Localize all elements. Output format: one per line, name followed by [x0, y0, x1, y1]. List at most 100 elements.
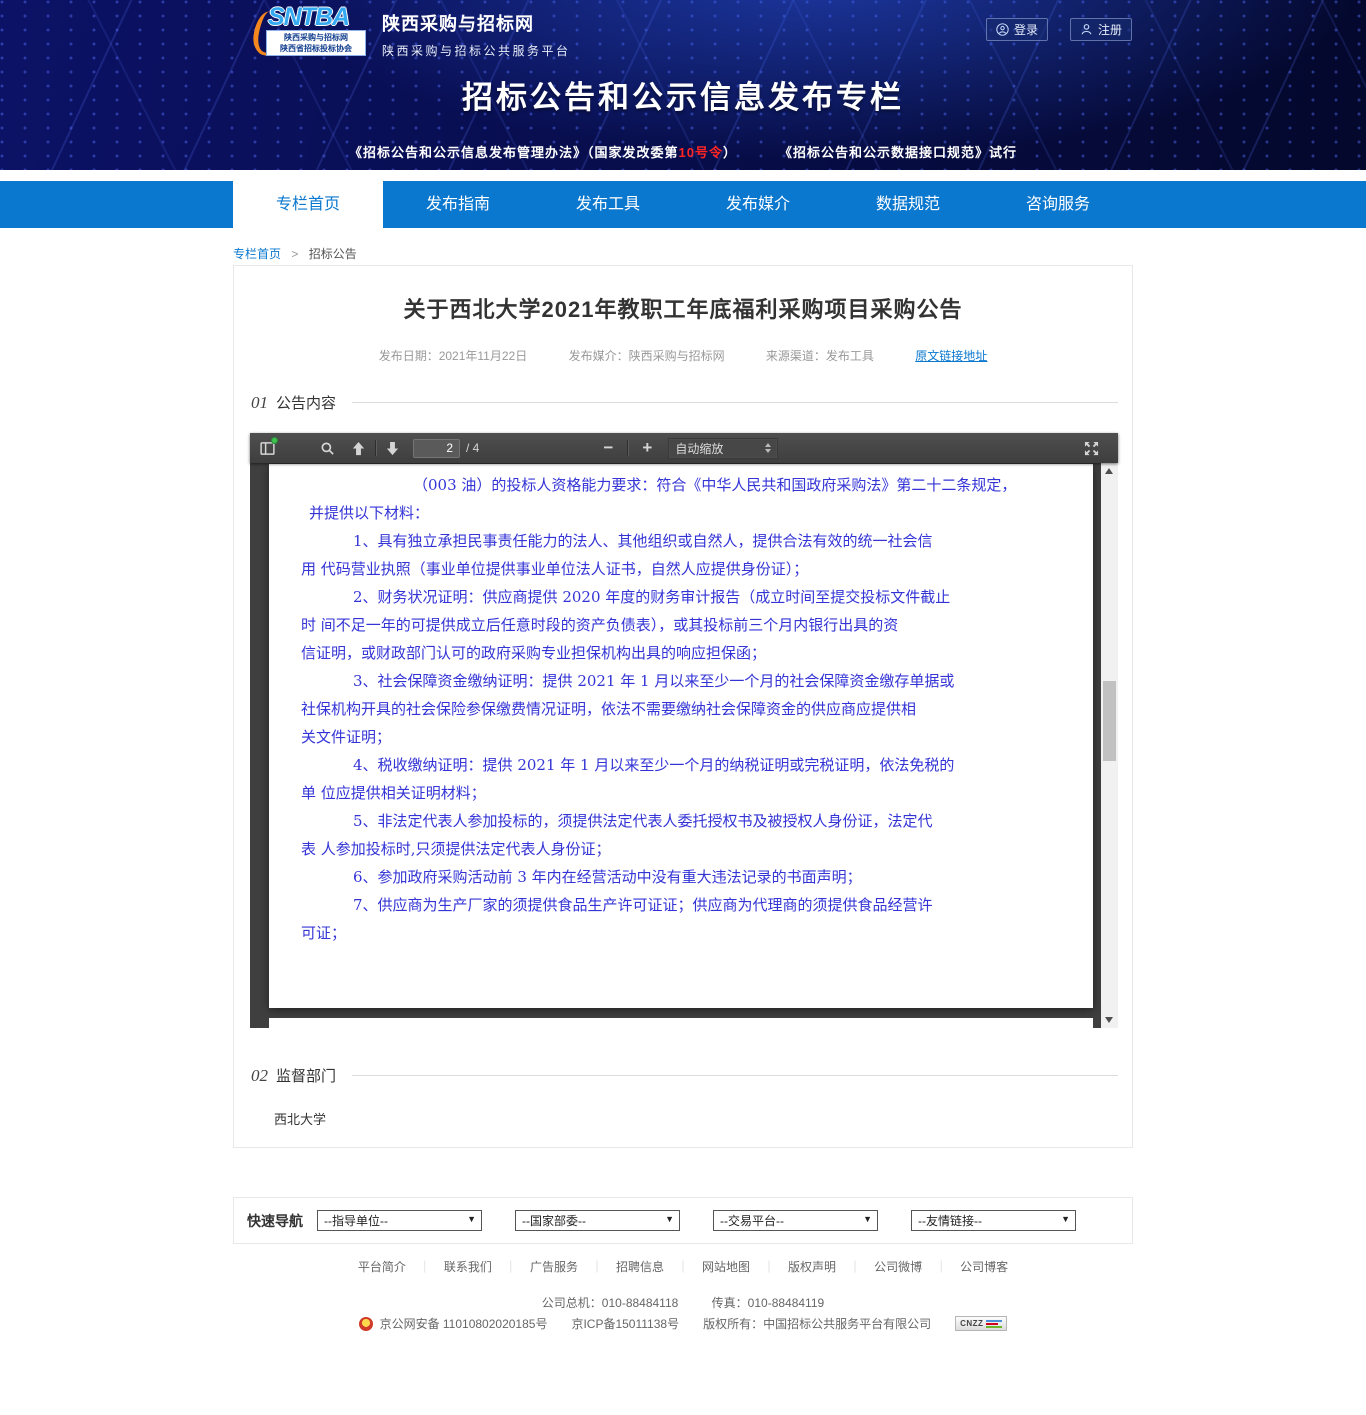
register-button[interactable]: 注册: [1070, 18, 1132, 41]
footer-link-recruitment[interactable]: 招聘信息: [603, 1258, 677, 1275]
scroll-up-icon[interactable]: [1105, 468, 1113, 474]
friendly-links-select[interactable]: --友情链接--: [911, 1210, 1076, 1231]
pdf-next-page-button[interactable]: [383, 439, 401, 457]
arrow-up-icon: [352, 441, 364, 455]
pdf-content-area[interactable]: （003 油）的投标人资格能力要求：符合《中华人民共和国政府采购法》第二十二条规…: [250, 463, 1101, 1028]
cnzz-label: CNZZ: [960, 1319, 984, 1328]
police-beian-number[interactable]: 京公网安备 11010802020185号: [380, 1315, 548, 1332]
pdf-search-button[interactable]: [318, 439, 336, 457]
site-tagline: 陕西采购与招标公共服务平台: [382, 44, 571, 58]
fullscreen-icon: [1084, 441, 1098, 455]
section-divider: [352, 402, 1118, 403]
original-link[interactable]: 原文链接地址: [915, 349, 987, 363]
pdf-toolbar: / 4 − + 自动缩放: [250, 433, 1118, 463]
pdf-zoom-value: 自动缩放: [675, 441, 724, 456]
notification-dot: [271, 437, 278, 444]
pdf-text-line: 时 间不足一年的可提供成立后任意时段的资产负债表），或其投标前三个月内银行出具的…: [301, 616, 899, 634]
scrollbar-thumb[interactable]: [1103, 681, 1116, 761]
pdf-sidebar-toggle-button[interactable]: [258, 437, 278, 457]
company-fax: 传真：010-88484119: [711, 1296, 825, 1310]
pdf-text-line: 1、具有独立承担民事责任能力的法人、其他组织或自然人，提供合法有效的统一社会信: [353, 532, 933, 550]
section-title: 监督部门: [276, 1068, 337, 1085]
pdf-text-line: 4、税收缴纳证明：提供 2021 年 1 月以来至少一个月的纳税证明或完税证明，…: [353, 756, 955, 774]
logo-text: 陕西采购与招标网 陕西采购与招标公共服务平台: [382, 10, 571, 59]
publish-media: 发布媒介：陕西采购与招标网: [568, 349, 725, 363]
article-title: 关于西北大学2021年教职工年底福利采购项目采购公告: [403, 297, 963, 322]
trading-platform-select[interactable]: --交易平台--: [713, 1210, 878, 1231]
pdf-zoom-out-button[interactable]: −: [599, 438, 617, 458]
user-circle-icon: [996, 23, 1009, 36]
nav-tab-data-standard[interactable]: 数据规范: [833, 181, 983, 228]
footer-link-separator: ｜: [935, 1260, 948, 1274]
logo-seal-line1: 陕西采购与招标网: [284, 33, 348, 42]
cnzz-stats-badge[interactable]: CNZZ: [955, 1316, 1008, 1331]
site-logo[interactable]: SNTBA 陕西采购与招标网 陕西省招标投标协会 陕西采购与招标网 陕西采购与招…: [250, 3, 571, 59]
pdf-text-line: 5、非法定代表人参加投标的，须提供法定代表人委托授权书及被授权人身份证，法定代: [353, 812, 933, 830]
quick-nav-select-wrap: --交易平台--: [713, 1210, 878, 1231]
article-meta: 发布日期：2021年11月22日 发布媒介：陕西采购与招标网 来源渠道：发布工具…: [234, 347, 1132, 364]
footer-link-copyright-notice[interactable]: 版权声明: [775, 1258, 849, 1275]
pdf-page-number-input[interactable]: [413, 438, 460, 458]
section-announcement-content: 01 公告内容: [251, 392, 1118, 413]
footer: 平台简介 ｜ 联系我们 ｜ 广告服务 ｜ 招聘信息 ｜ 网站地图 ｜ 版权声明 …: [0, 1258, 1366, 1332]
footer-link-separator: ｜: [849, 1260, 862, 1274]
footer-link-contact-us[interactable]: 联系我们: [431, 1258, 505, 1275]
footer-contact: 公司总机：010-88484118 传真：010-88484119: [0, 1294, 1366, 1311]
footer-link-platform-intro[interactable]: 平台简介: [345, 1258, 419, 1275]
footer-link-blog[interactable]: 公司博客: [947, 1258, 1021, 1275]
breadcrumb: 专栏首页 > 招标公告: [233, 245, 357, 262]
logo-seal-line2: 陕西省招标投标协会: [280, 44, 352, 53]
quick-nav-bar: 快速导航 --指导单位-- --国家部委-- --交易平台-- --友情链接--: [233, 1197, 1133, 1244]
nav-tab-publish-media[interactable]: 发布媒介: [683, 181, 833, 228]
national-ministries-select[interactable]: --国家部委--: [515, 1210, 680, 1231]
pdf-text-line: 并提供以下材料：: [309, 504, 430, 522]
pdf-text-line: 可证；: [301, 924, 347, 942]
site-name: 陕西采购与招标网: [382, 14, 534, 34]
footer-link-separator: ｜: [418, 1260, 431, 1274]
breadcrumb-separator: >: [291, 247, 299, 261]
login-label: 登录: [1013, 23, 1038, 37]
pdf-page-2: （003 油）的投标人资格能力要求：符合《中华人民共和国政府采购法》第二十二条规…: [269, 464, 1093, 1008]
pdf-text-line: 社保机构开具的社会保险参保缴费情况证明，依法不需要缴纳社会保障资金的供应商应提供…: [301, 700, 917, 718]
footer-link-ad-service[interactable]: 广告服务: [517, 1258, 591, 1275]
nav-tab-publish-tools[interactable]: 发布工具: [533, 181, 683, 228]
pdf-scrollbar[interactable]: [1101, 463, 1118, 1028]
footer-link-weibo[interactable]: 公司微博: [861, 1258, 935, 1275]
company-phone: 公司总机：010-88484118: [541, 1296, 679, 1310]
footer-link-separator: ｜: [590, 1260, 603, 1274]
pdf-presentation-mode-button[interactable]: [1082, 439, 1100, 457]
footer-links: 平台简介 ｜ 联系我们 ｜ 广告服务 ｜ 招聘信息 ｜ 网站地图 ｜ 版权声明 …: [0, 1258, 1366, 1275]
cnzz-bars-icon: [986, 1319, 1003, 1328]
breadcrumb-current: 招标公告: [308, 247, 357, 261]
login-button[interactable]: 登录: [986, 18, 1048, 41]
article-panel: 关于西北大学2021年教职工年底福利采购项目采购公告 发布日期：2021年11月…: [233, 265, 1133, 1148]
quick-nav-select-wrap: --指导单位--: [317, 1210, 482, 1231]
nav-tab-column-home[interactable]: 专栏首页: [233, 181, 383, 228]
regulation-1[interactable]: 《招标公告和公示信息发布管理办法》（国家发改委第10号令）: [349, 145, 737, 160]
regulation-2[interactable]: 《招标公告和公示数据接口规范》试行: [779, 145, 1017, 160]
header-banner: SNTBA 陕西采购与招标网 陕西省招标投标协会 陕西采购与招标网 陕西采购与招…: [0, 0, 1366, 170]
section-divider: [352, 1075, 1118, 1076]
section-title: 公告内容: [276, 395, 337, 412]
source-channel: 来源渠道：发布工具: [765, 349, 874, 363]
scroll-down-icon[interactable]: [1105, 1017, 1113, 1023]
pdf-page-total: / 4: [466, 441, 480, 455]
pdf-zoom-select[interactable]: 自动缩放: [668, 437, 779, 459]
pdf-text-line: 6、参加政府采购活动前 3 年内在经营活动中没有重大违法记录的书面声明；: [353, 868, 862, 886]
icp-beian-number[interactable]: 京ICP备15011138号: [571, 1315, 679, 1332]
pdf-text-line: 关文件证明；: [301, 728, 392, 746]
arrow-down-icon: [386, 441, 398, 455]
pdf-zoom-in-button[interactable]: +: [638, 438, 656, 458]
logo-seal: 陕西采购与招标网 陕西省招标投标协会: [266, 30, 366, 56]
pdf-text-line: （003 油）的投标人资格能力要求：符合《中华人民共和国政府采购法》第二十二条规…: [413, 476, 1017, 494]
main-nav-inner: 专栏首页 发布指南 发布工具 发布媒介 数据规范 咨询服务: [233, 181, 1133, 228]
breadcrumb-home[interactable]: 专栏首页: [233, 247, 281, 261]
guiding-units-select[interactable]: --指导单位--: [317, 1210, 482, 1231]
publish-date: 发布日期：2021年11月22日: [378, 349, 528, 363]
nav-tab-publish-guide[interactable]: 发布指南: [383, 181, 533, 228]
footer-link-sitemap[interactable]: 网站地图: [689, 1258, 763, 1275]
footer-link-separator: ｜: [676, 1260, 689, 1274]
pdf-prev-page-button[interactable]: [349, 439, 367, 457]
nav-tab-consulting[interactable]: 咨询服务: [983, 181, 1133, 228]
select-caret-icon: [765, 443, 772, 453]
